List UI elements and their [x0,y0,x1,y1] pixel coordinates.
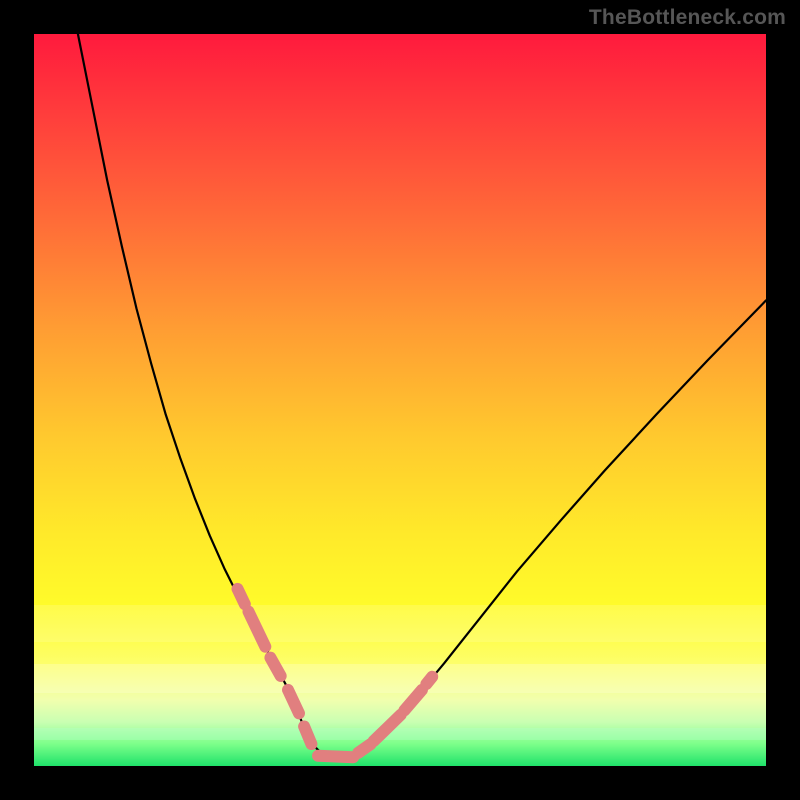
plot-area [34,34,766,766]
attribution-text: TheBottleneck.com [589,6,786,30]
curve-layer [34,34,766,766]
chart-frame: TheBottleneck.com [0,0,800,800]
